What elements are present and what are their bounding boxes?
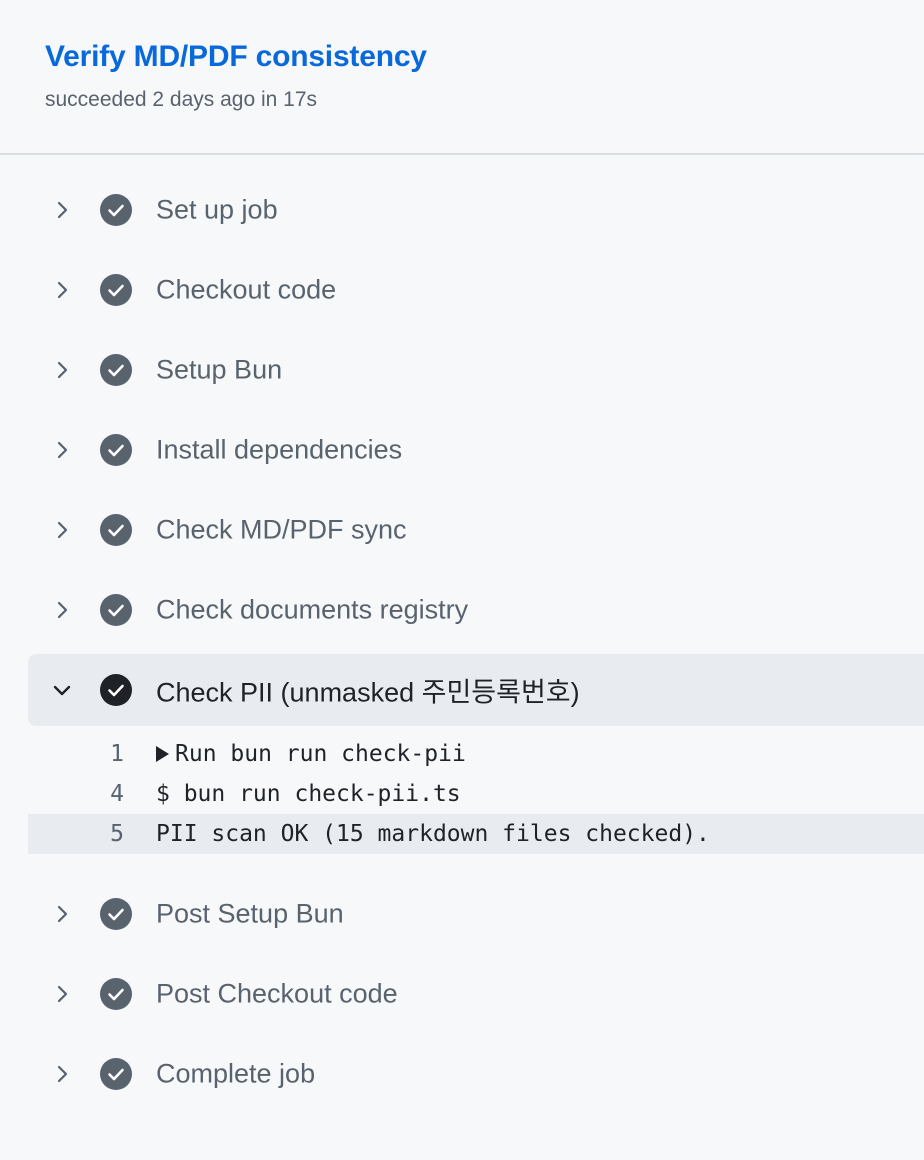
chevron-right-icon (57, 281, 68, 299)
chevron-right-icon (57, 905, 68, 923)
log-line: 5 PII scan OK (15 markdown files checked… (28, 814, 924, 854)
step-setup-bun[interactable]: Setup Bun (28, 330, 924, 410)
log-text: PII scan OK (15 markdown files checked). (156, 821, 710, 847)
step-label: Check PII (unmasked 주민등록번호) (156, 677, 580, 708)
line-number[interactable]: 1 (28, 734, 124, 774)
check-circle-icon (100, 274, 132, 306)
chevron-right-icon (57, 1065, 68, 1083)
step-label: Post Setup Bun (156, 898, 344, 929)
step-label: Setup Bun (156, 354, 283, 385)
chevron-right-icon (57, 201, 68, 219)
job-status-meta: succeeded 2 days ago in 17s (45, 88, 318, 111)
check-circle-icon (100, 898, 132, 930)
log-text: $ bun run check-pii.ts (156, 781, 461, 807)
step-check-pii[interactable]: Check PII (unmasked 주민등록번호) (28, 654, 924, 726)
step-label: Check MD/PDF sync (156, 514, 407, 545)
check-circle-icon (100, 674, 132, 706)
line-number[interactable]: 4 (28, 774, 124, 814)
chevron-right-icon (57, 361, 68, 379)
step-check-documents-registry[interactable]: Check documents registry (28, 570, 924, 650)
job-header: Verify MD/PDF consistency succeeded 2 da… (0, 0, 924, 155)
step-label: Check documents registry (156, 594, 469, 625)
step-post-checkout-code[interactable]: Post Checkout code (28, 954, 924, 1034)
step-label: Set up job (156, 194, 278, 225)
step-install-dependencies[interactable]: Install dependencies (28, 410, 924, 490)
log-group-toggle[interactable]: Run bun run check-pii (156, 734, 466, 774)
log-line: 4 $ bun run check-pii.ts (28, 774, 924, 814)
log-text: Run bun run check-pii (175, 741, 466, 767)
chevron-down-icon (53, 685, 71, 696)
check-circle-icon (100, 978, 132, 1010)
step-label: Post Checkout code (156, 978, 398, 1009)
chevron-right-icon (57, 521, 68, 539)
check-circle-icon (100, 194, 132, 226)
chevron-right-icon (57, 601, 68, 619)
line-number[interactable]: 5 (28, 814, 124, 854)
check-circle-icon (100, 514, 132, 546)
chevron-right-icon (57, 985, 68, 1003)
log-line[interactable]: 1 Run bun run check-pii (28, 734, 924, 774)
step-post-setup-bun[interactable]: Post Setup Bun (28, 874, 924, 954)
step-label: Install dependencies (156, 434, 403, 465)
triangle-right-icon (156, 746, 169, 762)
check-circle-icon (100, 594, 132, 626)
check-circle-icon (100, 434, 132, 466)
check-circle-icon (100, 354, 132, 386)
step-label: Checkout code (156, 274, 337, 305)
chevron-right-icon (57, 441, 68, 459)
check-circle-icon (100, 1058, 132, 1090)
step-log: 1 Run bun run check-pii 4 $ bun run chec… (28, 730, 924, 874)
job-title[interactable]: Verify MD/PDF consistency (45, 40, 427, 74)
step-label: Complete job (156, 1058, 316, 1089)
step-check-md-pdf-sync[interactable]: Check MD/PDF sync (28, 490, 924, 570)
step-complete-job[interactable]: Complete job (28, 1034, 924, 1114)
step-checkout-code[interactable]: Checkout code (28, 250, 924, 330)
step-set-up-job[interactable]: Set up job (28, 170, 924, 250)
steps-list: Set up job Checkout code Setup Bun Insta… (0, 170, 924, 1114)
